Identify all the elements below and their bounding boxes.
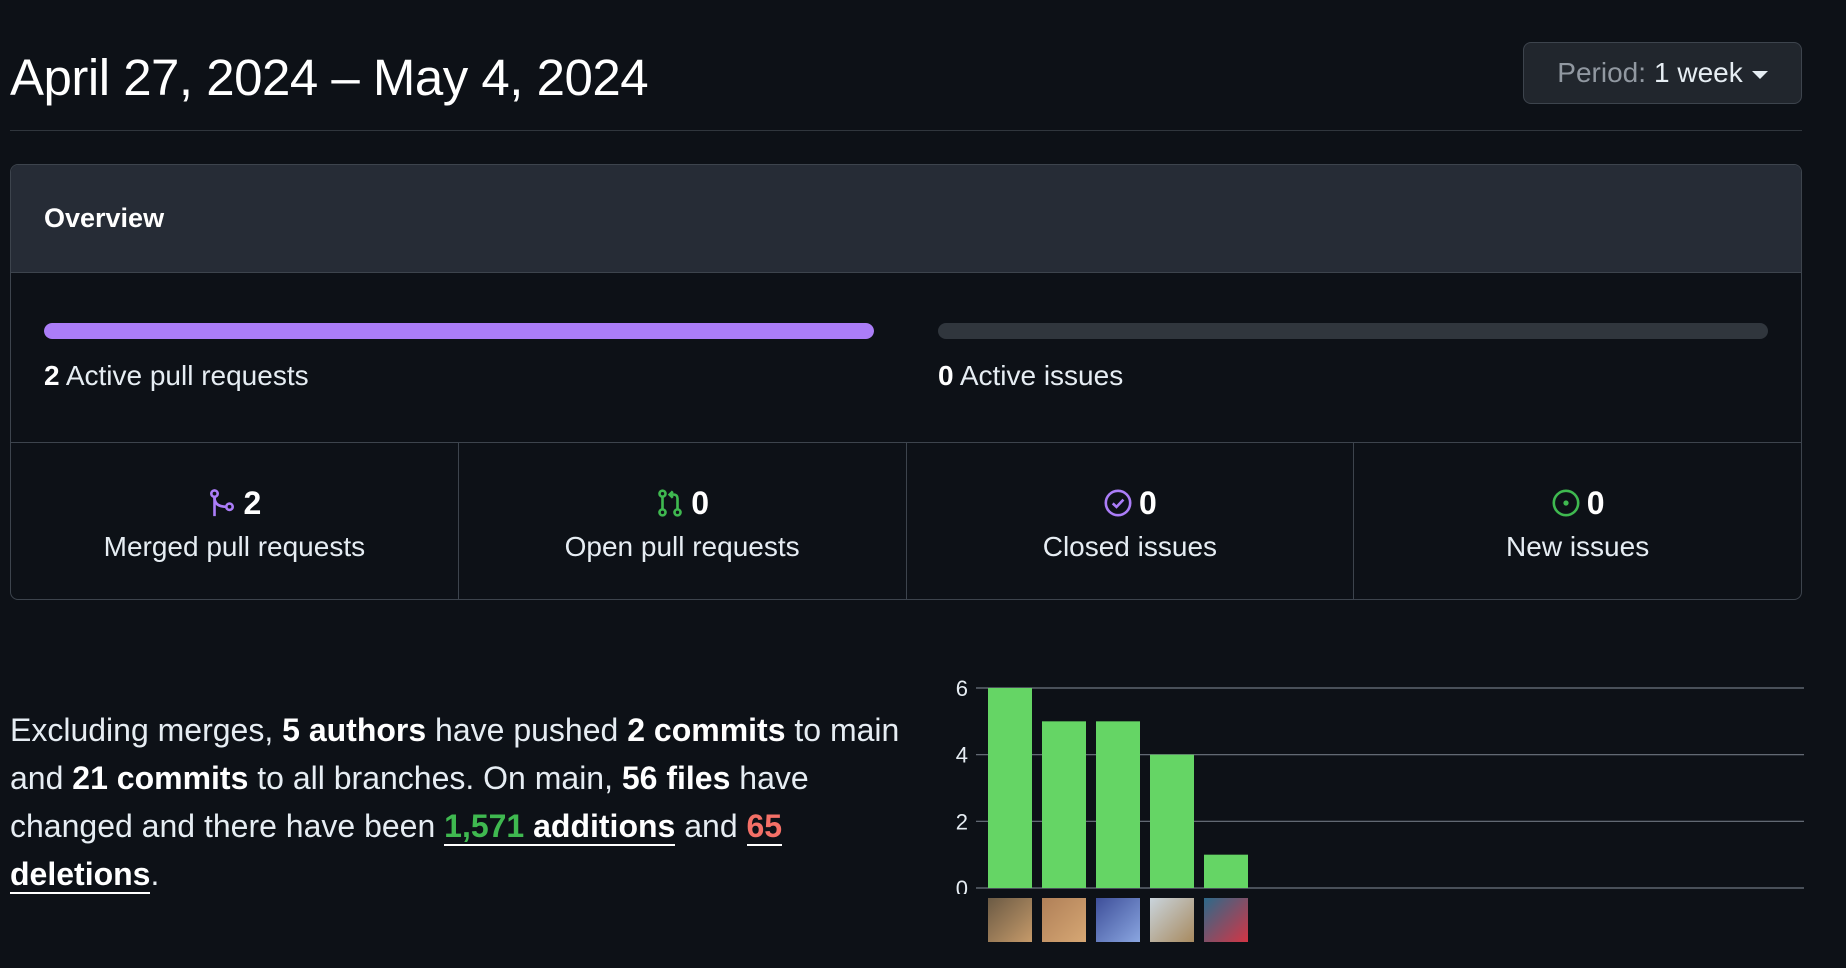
deletions-count: 65 — [746, 808, 783, 844]
open-pull-requests-label: Open pull requests — [564, 531, 800, 562]
closed-issues-count: 0 — [1138, 484, 1157, 521]
files-changed-count: 56 files — [621, 760, 731, 796]
caret-down-icon — [1751, 71, 1768, 79]
summary-text: have pushed — [426, 712, 628, 748]
merged-pull-requests-count: 2 — [243, 484, 262, 521]
y-tick-label: 6 — [956, 676, 968, 701]
active-issues-count: 0 — [938, 360, 954, 391]
additions-word: additions — [524, 808, 676, 844]
contributor-avatar[interactable] — [1042, 898, 1086, 942]
active-issues-label-wrap: 0 Active issues — [938, 360, 1123, 392]
period-value: 1 week — [1654, 57, 1743, 88]
additions-link[interactable]: 1,571 additions — [444, 808, 676, 846]
commit-bar[interactable] — [1042, 721, 1086, 888]
new-issues-label: New issues — [1506, 531, 1650, 562]
git-pull-request-icon — [658, 489, 683, 517]
git-merge-icon — [210, 489, 235, 517]
period-label: Period: — [1557, 57, 1646, 88]
open-pull-requests-count: 0 — [691, 484, 710, 521]
new-issues-count: 0 — [1586, 484, 1605, 521]
commit-bar[interactable] — [1204, 854, 1248, 888]
closed-issues-label: Closed issues — [1042, 531, 1218, 562]
commit-bar[interactable] — [1150, 754, 1194, 888]
all-commits-count: 21 commits — [72, 760, 249, 796]
stat-merged-pull-requests[interactable]: 2 Merged pull requests — [11, 443, 459, 599]
active-issues-bar — [938, 323, 1768, 339]
summary-text: Excluding merges, — [10, 712, 283, 748]
merged-pull-requests-label: Merged pull requests — [103, 531, 366, 562]
commit-bar[interactable] — [1096, 721, 1140, 888]
authors-count: 5 authors — [282, 712, 427, 748]
chart-canvas: 0 2 4 6 — [956, 676, 1804, 894]
issue-closed-icon — [1104, 489, 1132, 517]
stat-open-pull-requests[interactable]: 0 Open pull requests — [459, 443, 907, 599]
active-pull-requests-label-wrap: 2 Active pull requests — [44, 360, 309, 392]
active-pull-requests-bar — [44, 323, 874, 339]
page-header: April 27, 2024 – May 4, 2024 Period: 1 w… — [10, 30, 1802, 131]
active-pull-requests-count: 2 — [44, 360, 60, 391]
overview-panel: Overview 2 Active pull requests 0 Active… — [10, 164, 1802, 600]
y-tick-label: 2 — [956, 809, 968, 834]
main-commits-count: 2 commits — [627, 712, 786, 748]
page-title: April 27, 2024 – May 4, 2024 — [10, 49, 649, 106]
y-tick-label: 0 — [956, 876, 968, 894]
contributors-bar-chart: 0 2 4 6 — [924, 664, 1804, 968]
commit-summary: Excluding merges, 5 authors have pushed … — [10, 706, 910, 898]
contributor-avatar[interactable] — [1204, 898, 1248, 942]
summary-text: . — [150, 856, 160, 892]
overview-header: Overview — [11, 165, 1801, 273]
additions-count: 1,571 — [444, 808, 525, 844]
period-dropdown-button[interactable]: Period: 1 week — [1523, 42, 1802, 104]
contributor-avatar[interactable] — [1096, 898, 1140, 942]
stat-new-issues[interactable]: 0 New issues — [1354, 443, 1801, 599]
commit-bar[interactable] — [988, 688, 1032, 888]
issue-opened-icon — [1552, 489, 1580, 517]
active-pull-requests-bar-fill — [44, 323, 874, 339]
active-issues-label: Active issues — [959, 360, 1124, 391]
deletions-word: deletions — [10, 856, 151, 892]
active-pull-requests-label: Active pull requests — [65, 360, 309, 391]
summary-text: to all branches. On main, — [248, 760, 622, 796]
contributor-avatar[interactable] — [988, 898, 1032, 942]
contributor-avatar[interactable] — [1150, 898, 1194, 942]
y-tick-label: 4 — [956, 743, 968, 768]
summary-text: and — [675, 808, 747, 844]
stat-closed-issues[interactable]: 0 Closed issues — [907, 443, 1355, 599]
activity-progress: 2 Active pull requests 0 Active issues — [11, 273, 1801, 443]
stats-row: 2 Merged pull requests 0 Open pull reque… — [11, 443, 1801, 599]
